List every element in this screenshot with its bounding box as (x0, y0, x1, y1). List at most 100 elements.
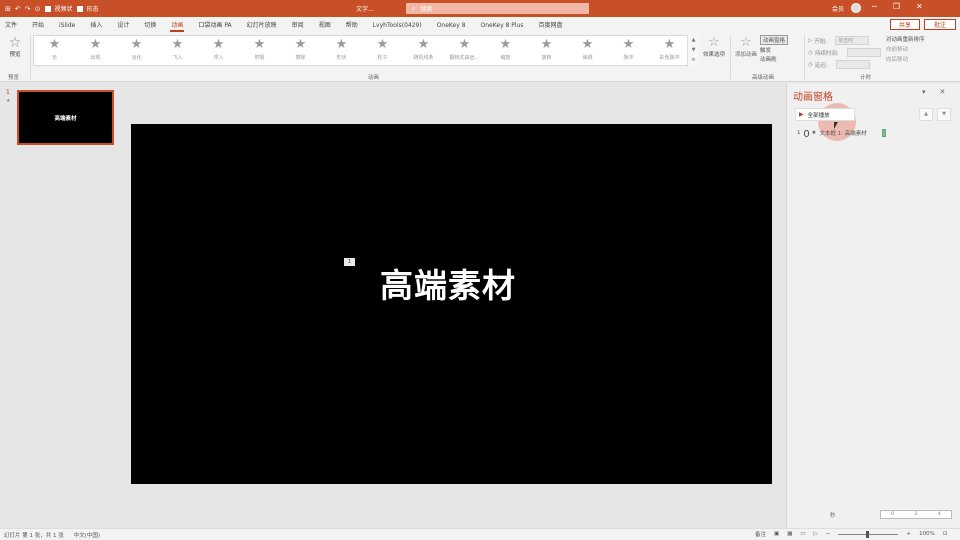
tab-item[interactable]: 百度网盘 (533, 20, 567, 32)
gallery-down-icon[interactable]: ▼ (688, 45, 699, 55)
pane-close-icon[interactable]: ✕ (940, 88, 946, 96)
duration-row: ◷ 持续时间: (808, 47, 881, 58)
animation-effect-item[interactable]: ★ 飞入 (157, 36, 198, 65)
search-input[interactable]: ⌕ 搜索 (406, 3, 589, 14)
reading-view-icon[interactable]: ▭ (800, 531, 805, 537)
animation-effect-item[interactable]: ★ 彩色脉冲 (649, 36, 690, 65)
minimize-icon[interactable]: ─ (872, 2, 877, 11)
zoom-in-icon[interactable]: + (906, 531, 911, 537)
anim-label: 文本框 1: 高端素材 (819, 131, 867, 137)
zoom-knob[interactable] (866, 530, 870, 538)
effect-star-icon: ★ (499, 37, 512, 52)
normal-view-icon[interactable]: ▣ (774, 531, 779, 537)
animation-pane-button[interactable]: 动画窗格 (760, 35, 789, 45)
zoom-level[interactable]: 100% (919, 531, 935, 537)
gallery-more-icon[interactable]: ≡ (688, 55, 699, 65)
tab-item[interactable]: 文件 (0, 20, 22, 32)
notes-button[interactable]: 备注 (755, 530, 766, 538)
timeline-scale[interactable]: 0 2 4 (880, 510, 952, 519)
share-button[interactable]: 共享 (890, 19, 920, 30)
effect-options-button[interactable]: ☆ 效果选项 (700, 36, 728, 59)
animation-effect-item[interactable]: ★ 脉冲 (608, 36, 649, 65)
tab-item[interactable]: 插入 (85, 20, 107, 32)
animation-effect-item[interactable]: ★ 翻转式由远… (444, 36, 485, 65)
move-later-button[interactable]: 向后移动 (886, 55, 925, 63)
slideshow-icon[interactable]: ▷ (814, 531, 818, 537)
animation-effect-item[interactable]: ★ 出现 (75, 36, 116, 65)
group-label-advanced: 高级动画 (752, 75, 775, 81)
tab-item[interactable]: 帮助 (341, 20, 363, 32)
effect-star-icon: ★ (130, 37, 143, 52)
close-icon[interactable]: ✕ (916, 2, 923, 11)
seconds-label[interactable]: 秒 (830, 511, 836, 519)
duration-field[interactable] (846, 48, 881, 57)
undo-icon[interactable]: ↶ (15, 5, 21, 13)
tab-item[interactable]: 视图 (314, 20, 336, 32)
add-animation-button[interactable]: ☆ 添加动画 (733, 35, 759, 59)
animation-effect-item[interactable]: ★ 弹跳 (567, 36, 608, 65)
move-down-button[interactable]: ▼ (937, 108, 951, 121)
play-all-label: 全部播放 (807, 112, 830, 119)
zoom-out-icon[interactable]: − (826, 531, 831, 537)
animation-effect-item[interactable]: ★ 无 (34, 36, 75, 65)
timeline-tick: 4 (937, 512, 941, 517)
tab-item[interactable]: 开始 (27, 20, 49, 32)
effect-star-icon: ★ (48, 37, 61, 52)
tab-item[interactable]: 口袋动画 PA (193, 20, 236, 32)
move-earlier-button[interactable]: 向前移动 (886, 45, 925, 53)
animation-painter-button[interactable]: 动画刷 (760, 55, 788, 63)
slide-title-textbox[interactable]: 高端素材 (380, 259, 516, 307)
tab-item[interactable]: 动画 (166, 20, 188, 32)
tab-item[interactable]: OneKey 8 (432, 22, 471, 32)
effect-options-label: 效果选项 (702, 52, 725, 58)
gallery-up-icon[interactable]: ▲ (688, 35, 699, 45)
animation-effect-item[interactable]: ★ 缩放 (485, 36, 526, 65)
tab-item[interactable]: iSlide (54, 22, 80, 32)
language-status[interactable]: 中文(中国) (74, 531, 100, 539)
pane-options-icon[interactable]: ▾ (922, 88, 926, 96)
save-icon[interactable]: ⊞ (5, 5, 11, 13)
start-select[interactable]: 单击时 (835, 36, 870, 45)
animation-order-tag[interactable]: 1 (344, 258, 355, 266)
tab-item[interactable]: 审阅 (287, 20, 309, 32)
tab-item[interactable]: 设计 (112, 20, 134, 32)
advanced-animation-list: 动画窗格 触发 动画刷 (760, 35, 789, 63)
restore-icon[interactable]: ❐ (893, 2, 900, 11)
animation-effect-item[interactable]: ★ 形状 (321, 36, 362, 65)
animation-effect-item[interactable]: ★ 淡化 (116, 36, 157, 65)
move-up-button[interactable]: ▲ (919, 108, 933, 121)
redo-icon[interactable]: ↷ (25, 5, 31, 13)
trigger-button[interactable]: 触发 (760, 46, 788, 54)
qat-label-shape[interactable]: 形态 (87, 4, 99, 13)
animation-list-item[interactable]: 1 ★ 文本框 1: 高端素材 (797, 129, 886, 137)
checkbox-icon[interactable] (44, 5, 51, 12)
preview-star-icon: ☆ (8, 35, 22, 51)
search-placeholder: 搜索 (420, 6, 433, 13)
record-icon[interactable]: ⊙ (35, 5, 41, 13)
animation-effect-item[interactable]: ★ 轮子 (362, 36, 403, 65)
user-name[interactable]: 会员 (832, 4, 844, 13)
preview-button[interactable]: ☆ 预览 (4, 36, 26, 72)
animation-effect-item[interactable]: ★ 旋转 (526, 36, 567, 65)
tab-item[interactable]: OneKey 8 Plus (476, 22, 529, 32)
checkbox-icon[interactable] (76, 5, 83, 12)
tab-item[interactable]: LvyhTools(0429) (368, 22, 427, 32)
sorter-view-icon[interactable]: ▦ (787, 531, 792, 537)
delay-field[interactable] (835, 60, 870, 69)
tab-item[interactable]: 切换 (139, 20, 161, 32)
slide-thumbnail[interactable]: 高端素材 (17, 90, 114, 145)
gallery-scroll[interactable]: ▲ ▼ ≡ (687, 35, 699, 66)
comment-button[interactable]: 批注 (924, 19, 956, 30)
qat-label-video[interactable]: 视频状 (55, 4, 73, 13)
fit-window-icon[interactable]: ⊡ (943, 531, 948, 537)
tab-item[interactable]: 幻灯片放映 (242, 20, 282, 32)
animation-effect-item[interactable]: ★ 擦除 (280, 36, 321, 65)
animation-effect-item[interactable]: ★ 劈裂 (239, 36, 280, 65)
effect-star-icon: ★ (294, 37, 307, 52)
animation-effect-item[interactable]: ★ 随机线条 (403, 36, 444, 65)
avatar[interactable] (851, 3, 861, 13)
add-animation-icon: ☆ (740, 35, 752, 50)
zoom-slider[interactable] (838, 530, 899, 538)
animation-effect-item[interactable]: ★ 浮入 (198, 36, 239, 65)
play-all-button[interactable]: ▶ 全部播放 (795, 108, 855, 121)
